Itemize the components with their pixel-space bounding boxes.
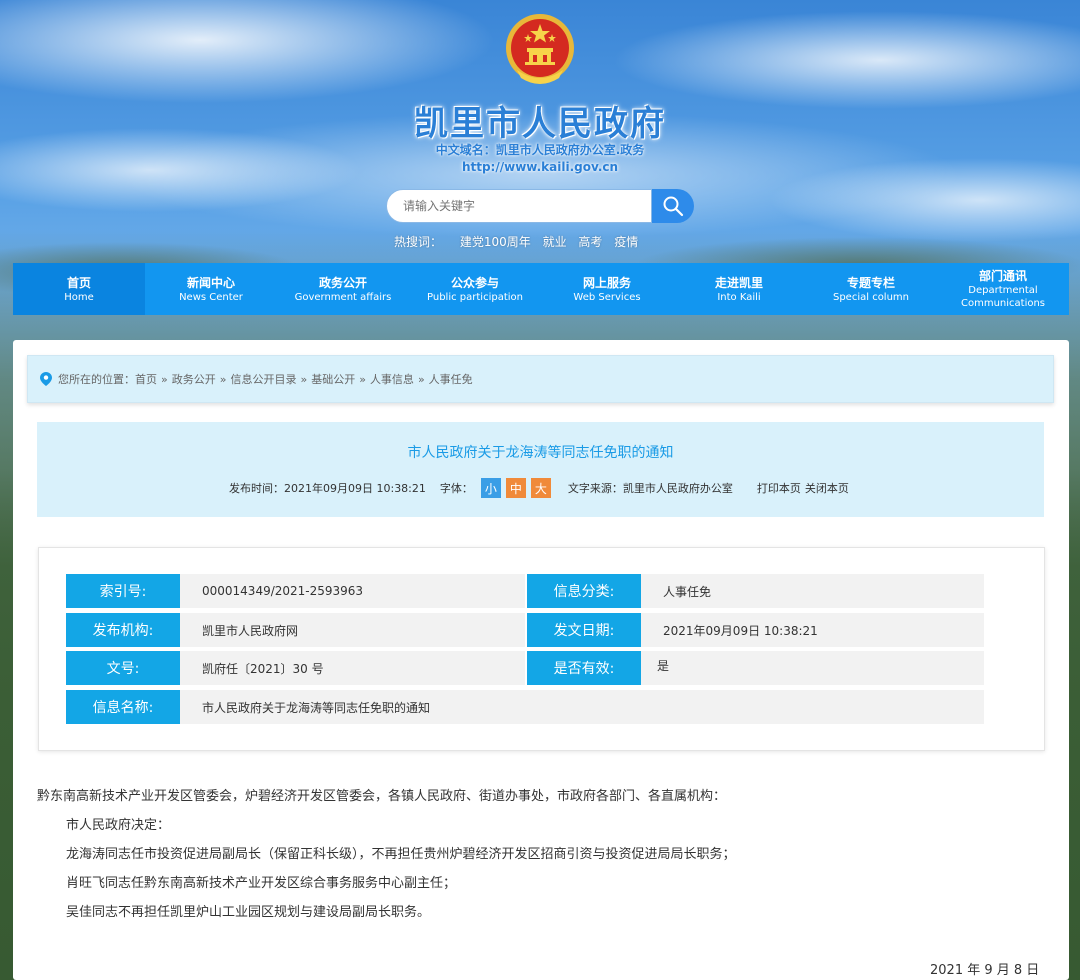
nav-item-news-center[interactable]: 新闻中心 News Center (145, 263, 277, 315)
breadcrumb-separator: » (417, 372, 425, 386)
chinese-domain-name: 中文域名：凯里市人民政府办公室.政务 (435, 143, 645, 157)
nav-item-departmental-communications[interactable]: 部门通讯 Departmental Communications (937, 263, 1069, 315)
hot-word-link[interactable]: 高考 (578, 235, 602, 249)
index-value: 000014349/2021-2593963 (180, 574, 525, 608)
national-emblem-icon (506, 14, 574, 84)
nav-item-web-services[interactable]: 网上服务 Web Services (541, 263, 673, 315)
category-value: 人事任免 (641, 574, 984, 608)
print-page-link[interactable]: 打印本页 (757, 480, 801, 496)
body-paragraph: 吴佳同志不再担任凯里炉山工业园区规划与建设局副局长职务。 (66, 905, 431, 920)
nav-label-en: Departmental Communications (960, 285, 1046, 309)
document-date: 2021 年 9 月 8 日 (930, 963, 1040, 978)
nav-label-cn: 新闻中心 (186, 275, 235, 290)
breadcrumb-item[interactable]: 首页 (135, 371, 157, 387)
doc-number-label: 文号: (66, 651, 185, 685)
article-source: 凯里市人民政府办公室 (622, 482, 733, 495)
breadcrumb-item[interactable]: 信息公开目录 (230, 371, 296, 387)
nav-label-en: Home (64, 291, 94, 303)
breadcrumb: 您所在的位置： 首页 » 政务公开 » 信息公开目录 » 基础公开 » 人事信息… (27, 355, 1054, 403)
info-name-value: 市人民政府关于龙海涛等同志任免职的通知 (180, 690, 984, 724)
publish-time-label: 发布时间： (229, 482, 284, 495)
nav-label-cn: 部门通讯 (978, 269, 1027, 283)
nav-label-cn: 公众参与 (450, 275, 499, 290)
body-paragraph: 市人民政府决定： (66, 818, 171, 833)
nav-label-cn: 首页 (66, 275, 91, 290)
breadcrumb-separator: » (300, 372, 308, 386)
source-label: 文字来源： (567, 482, 623, 495)
hot-search-words: 热搜词： 建党100周年 就业 高考 疫情 (394, 233, 646, 250)
info-name-label: 信息名称: (66, 690, 185, 724)
nav-item-public-participation[interactable]: 公众参与 Public participation (409, 263, 541, 315)
nav-label-en: Public participation (427, 291, 523, 303)
font-size-medium-button[interactable]: 中 (505, 478, 526, 498)
font-size-label: 字体： (439, 482, 473, 495)
body-paragraph: 龙海涛同志任市投资促进局副局长（保留正科长级），不再担任贵州炉碧经济开发区招商引… (66, 847, 736, 862)
breadcrumb-item[interactable]: 政务公开 (172, 371, 216, 387)
breadcrumb-label: 您所在的位置： (58, 373, 135, 386)
body-paragraph: 肖旺飞同志任黔东南高新技术产业开发区综合事务服务中心副主任； (66, 876, 457, 891)
date-value: 2021年09月09日 10:38:21 (641, 613, 984, 647)
article-header: 市人民政府关于龙海涛等同志任免职的通知 发布时间： 2021年09月09日 10… (37, 422, 1044, 517)
nav-label-cn: 走进凯里 (714, 275, 763, 290)
hot-word-link[interactable]: 疫情 (614, 235, 638, 249)
nav-item-special-column[interactable]: 专题专栏 Special column (805, 263, 937, 315)
breadcrumb-separator: » (161, 372, 168, 386)
search-button[interactable] (652, 189, 694, 223)
nav-item-into-kaili[interactable]: 走进凯里 Into Kaili (673, 263, 805, 315)
search-input[interactable] (386, 189, 652, 223)
date-label: 发文日期: (527, 613, 646, 647)
recipients-line: 黔东南高新技术产业开发区管委会，炉碧经济开发区管委会，各镇人民政府、街道办事处，… (37, 789, 727, 804)
org-label: 发布机构: (66, 613, 185, 647)
nav-label-en: News Center (179, 291, 243, 303)
breadcrumb-separator: » (219, 372, 227, 386)
breadcrumb-item[interactable]: 基础公开 (311, 371, 355, 387)
hot-word-link[interactable]: 建党100周年 (460, 235, 531, 249)
nav-label-en: Government affairs (294, 291, 392, 303)
nav-item-home[interactable]: 首页 Home (13, 263, 145, 315)
category-label: 信息分类: (527, 574, 646, 608)
nav-label-cn: 网上服务 (582, 275, 631, 290)
nav-label-en: Special column (832, 291, 910, 303)
close-page-link[interactable]: 关闭本页 (805, 480, 849, 496)
nav-label-cn: 政务公开 (318, 275, 367, 290)
org-value: 凯里市人民政府网 (180, 613, 525, 647)
nav-label-en: Into Kaili (717, 291, 761, 303)
index-label: 索引号: (66, 574, 185, 608)
font-size-large-button[interactable]: 大 (530, 478, 551, 498)
breadcrumb-item[interactable]: 人事任免 (429, 371, 473, 387)
nav-label-en: Web Services (573, 291, 641, 303)
doc-number-value: 凯府任〔2021〕30 号 (180, 651, 525, 685)
site-title: 凯里市人民政府 (414, 104, 666, 144)
hot-search-label: 热搜词： (394, 235, 443, 249)
site-url[interactable]: http://www.kaili.gov.cn (0, 160, 1080, 174)
search-icon (663, 196, 684, 217)
nav-label-cn: 专题专栏 (846, 275, 895, 290)
font-size-small-button[interactable]: 小 (480, 478, 501, 498)
main-navigation: 首页 Home 新闻中心 News Center 政务公开 Government… (13, 263, 1069, 315)
publish-time: 2021年09月09日 10:38:21 (284, 482, 426, 495)
breadcrumb-separator: » (359, 372, 366, 386)
breadcrumb-item[interactable]: 人事信息 (370, 371, 414, 387)
article-title: 市人民政府关于龙海涛等同志任免职的通知 (407, 445, 674, 461)
validity-value: 是 (641, 651, 984, 685)
article-meta: 发布时间： 2021年09月09日 10:38:21 字体： 小 中 大 文字来… (229, 477, 849, 499)
nav-item-government-affairs[interactable]: 政务公开 Government affairs (277, 263, 409, 315)
location-pin-icon (40, 372, 52, 386)
hot-word-link[interactable]: 就业 (543, 235, 567, 249)
validity-label: 是否有效: (527, 651, 646, 685)
